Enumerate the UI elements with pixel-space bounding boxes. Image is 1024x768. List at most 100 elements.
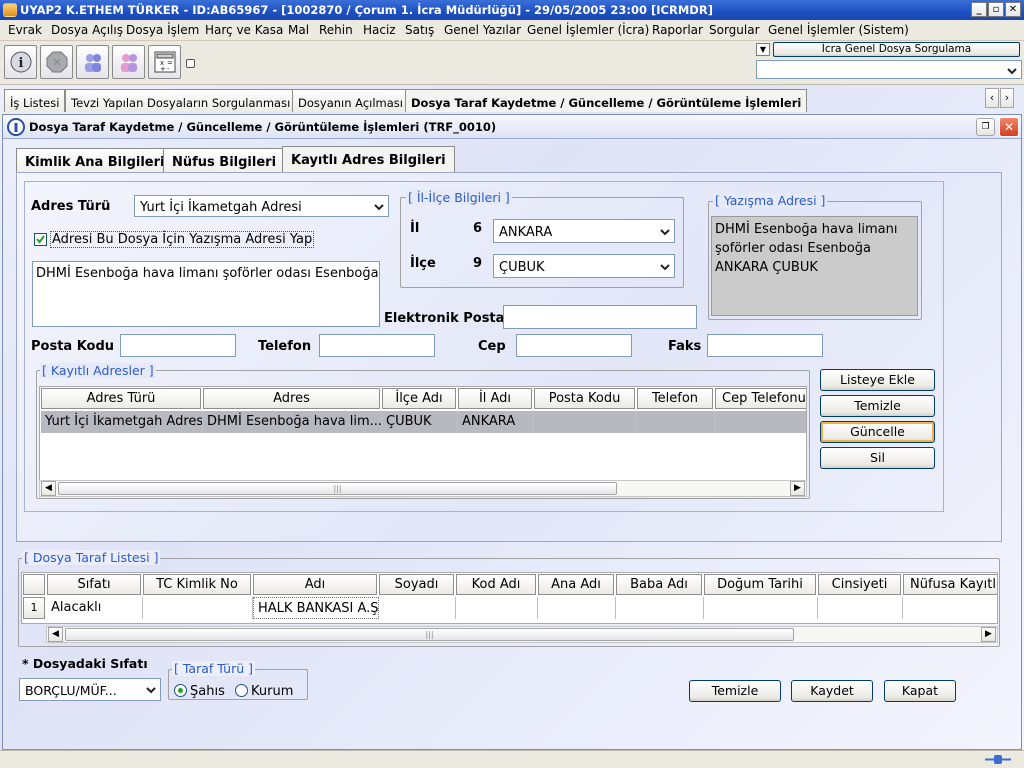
query-dropdown-toggle[interactable]: ▼ <box>756 43 770 56</box>
col-baba-adi[interactable]: Baba Adı <box>616 574 702 595</box>
scroll-left-icon[interactable]: ◀ <box>41 481 56 496</box>
info-icon[interactable]: i <box>4 45 37 79</box>
col-tc-kimlik[interactable]: TC Kimlik No <box>143 574 251 595</box>
menu-satis[interactable]: Satış <box>405 23 434 37</box>
tab-tevzi[interactable]: Tevzi Yapılan Dosyaların Sorgulanması <box>65 89 297 112</box>
calculator-icon[interactable]: x = + - <box>148 45 181 79</box>
temizle-button[interactable]: Temizle <box>689 680 781 702</box>
kaydet-button[interactable]: Kaydet <box>791 680 873 702</box>
col-il-adi[interactable]: İl Adı <box>458 388 532 409</box>
sil-button[interactable]: Sil <box>820 447 935 469</box>
menu-rehin[interactable]: Rehin <box>319 23 353 37</box>
menu-genel-islemler-sistem[interactable]: Genel İşlemler (Sistem) <box>768 23 909 37</box>
registered-hscroll[interactable]: ◀ ||| ▶ <box>39 480 807 497</box>
col-cinsiyeti[interactable]: Cinsiyeti <box>818 574 901 595</box>
scroll-right-icon[interactable]: ▶ <box>790 481 805 496</box>
menu-sorgular[interactable]: Sorgular <box>709 23 760 37</box>
table-row[interactable]: Yurt İçi İkametgah Adresi DHMİ Esenboğa … <box>41 411 806 433</box>
tab-is-listesi[interactable]: İş Listesi <box>4 89 66 112</box>
toolbar: i ✕ x = + - ▼ İcra Genel Dosya Sorgulama <box>0 41 1024 85</box>
col-telefon[interactable]: Telefon <box>637 388 713 409</box>
group-icon[interactable] <box>112 45 145 79</box>
yazisma-address-display: DHMİ Esenboğa hava limanı şoförler odası… <box>711 216 918 316</box>
radio-kurum-label: Kurum <box>251 684 294 699</box>
tab-kimlik[interactable]: Kimlik Ana Bilgileri <box>16 148 174 173</box>
il-label: İl <box>410 221 420 236</box>
table-row[interactable]: 1 Alacaklı HALK BANKASI A.Ş. <box>23 597 997 619</box>
cell-adi: HALK BANKASI A.Ş. <box>253 597 379 619</box>
radio-kurum[interactable] <box>235 684 248 697</box>
col-soyadi[interactable]: Soyadı <box>379 574 454 595</box>
yazisma-legend: [ Yazışma Adresi ] <box>713 193 828 208</box>
faks-label: Faks <box>668 339 702 354</box>
correspondence-checkbox[interactable] <box>34 233 47 246</box>
frame-close-icon[interactable]: ✕ <box>999 117 1019 137</box>
il-select[interactable]: ANKARA <box>493 219 675 243</box>
sifat-label: * Dosyadaki Sıfatı <box>22 656 148 671</box>
ilce-select[interactable]: ÇUBUK <box>493 254 675 278</box>
window-title: UYAP2 K.ETHEM TÜRKER - ID:AB65967 - [100… <box>20 3 713 17</box>
sifat-value: BORÇLU/MÜF... <box>25 683 117 698</box>
col-sifati[interactable]: Sıfatı <box>47 574 141 595</box>
tab-scroll-left-icon[interactable]: ‹ <box>985 88 999 108</box>
tab-dosya-acilmasi[interactable]: Dosyanın Açılması <box>292 89 409 112</box>
menu-mal[interactable]: Mal <box>288 23 309 37</box>
menu-raporlar[interactable]: Raporlar <box>652 23 703 37</box>
users-icon[interactable] <box>76 45 109 79</box>
kapat-button[interactable]: Kapat <box>884 680 956 702</box>
col-adres-turu[interactable]: Adres Türü <box>41 388 201 409</box>
radio-sahis[interactable] <box>174 684 187 697</box>
party-hscroll[interactable]: ◀ ||| ▶ <box>46 626 998 643</box>
col-nufusa-kayitli[interactable]: Nüfusa Kayıtlı Olduğu <box>903 574 997 595</box>
maximize-button[interactable]: ▫ <box>988 2 1004 17</box>
registered-table: Adres Türü Adres İlçe Adı İl Adı Posta K… <box>39 386 807 482</box>
tab-kayitli-adres[interactable]: Kayıtlı Adres Bilgileri <box>282 146 455 173</box>
query-combo[interactable] <box>756 60 1022 79</box>
listeye-ekle-button[interactable]: Listeye Ekle <box>820 369 935 391</box>
faks-field[interactable] <box>707 334 823 357</box>
col-cep-telefonu[interactable]: Cep Telefonu <box>715 388 806 409</box>
col-kod-adi[interactable]: Kod Adı <box>456 574 536 595</box>
menu-genel-yazilar[interactable]: Genel Yazılar <box>444 23 521 37</box>
scroll-right-icon[interactable]: ▶ <box>981 627 996 642</box>
scroll-thumb[interactable]: ||| <box>58 482 617 495</box>
ilce-value: ÇUBUK <box>499 260 545 275</box>
email-field[interactable] <box>503 305 697 329</box>
cell-telefon <box>637 411 715 433</box>
address-type-select[interactable]: Yurt İçi İkametgah Adresi <box>134 195 389 217</box>
tab-taraf-kaydetme[interactable]: Dosya Taraf Kaydetme / Güncelleme / Görü… <box>405 89 808 112</box>
address-textarea[interactable]: DHMİ Esenboğa hava limanı şoförler odası… <box>32 261 380 327</box>
sifat-select[interactable]: BORÇLU/MÜF... <box>19 678 161 701</box>
address-type-value: Yurt İçi İkametgah Adresi <box>140 200 302 215</box>
menu-haciz[interactable]: Haciz <box>363 23 396 37</box>
col-posta-kodu[interactable]: Posta Kodu <box>534 388 635 409</box>
menu-harc-kasa[interactable]: Harç ve Kasa <box>205 23 283 37</box>
col-ana-adi[interactable]: Ana Adı <box>538 574 614 595</box>
frame-title: Dosya Taraf Kaydetme / Güncelleme / Görü… <box>29 120 497 134</box>
menu-genel-islemler-icra[interactable]: Genel İşlemler (İcra) <box>527 23 649 37</box>
stop-icon[interactable]: ✕ <box>40 45 73 79</box>
tab-scroll-right-icon[interactable]: › <box>1000 88 1014 108</box>
temizle-side-button[interactable]: Temizle <box>820 395 935 417</box>
menu-evrak[interactable]: Evrak <box>8 23 42 37</box>
minimize-button[interactable]: _ <box>971 2 987 17</box>
posta-kodu-field[interactable] <box>120 334 236 357</box>
col-adres[interactable]: Adres <box>203 388 380 409</box>
menu-dosya-acilis[interactable]: Dosya Açılış <box>51 23 123 37</box>
menu-dosya-islem[interactable]: Dosya İşlem <box>126 23 199 37</box>
tab-nufus[interactable]: Nüfus Bilgileri <box>163 148 286 173</box>
col-adi[interactable]: Adı <box>253 574 377 595</box>
guncelle-button[interactable]: Güncelle <box>820 421 935 443</box>
scroll-thumb[interactable]: ||| <box>65 628 794 641</box>
scroll-left-icon[interactable]: ◀ <box>48 627 63 642</box>
cep-label: Cep <box>478 339 506 354</box>
cep-field[interactable] <box>516 334 632 357</box>
col-dogum-tarihi[interactable]: Doğum Tarihi <box>704 574 816 595</box>
col-ilce-adi[interactable]: İlçe Adı <box>382 388 456 409</box>
query-button[interactable]: İcra Genel Dosya Sorgulama <box>773 42 1020 57</box>
close-button[interactable]: ✕ <box>1005 2 1021 17</box>
cell-il: ANKARA <box>458 411 534 433</box>
correspondence-label[interactable]: Adresi Bu Dosya İçin Yazışma Adresi Yap <box>50 231 315 248</box>
telefon-field[interactable] <box>319 334 435 357</box>
restore-icon[interactable]: ❐ <box>976 118 995 136</box>
